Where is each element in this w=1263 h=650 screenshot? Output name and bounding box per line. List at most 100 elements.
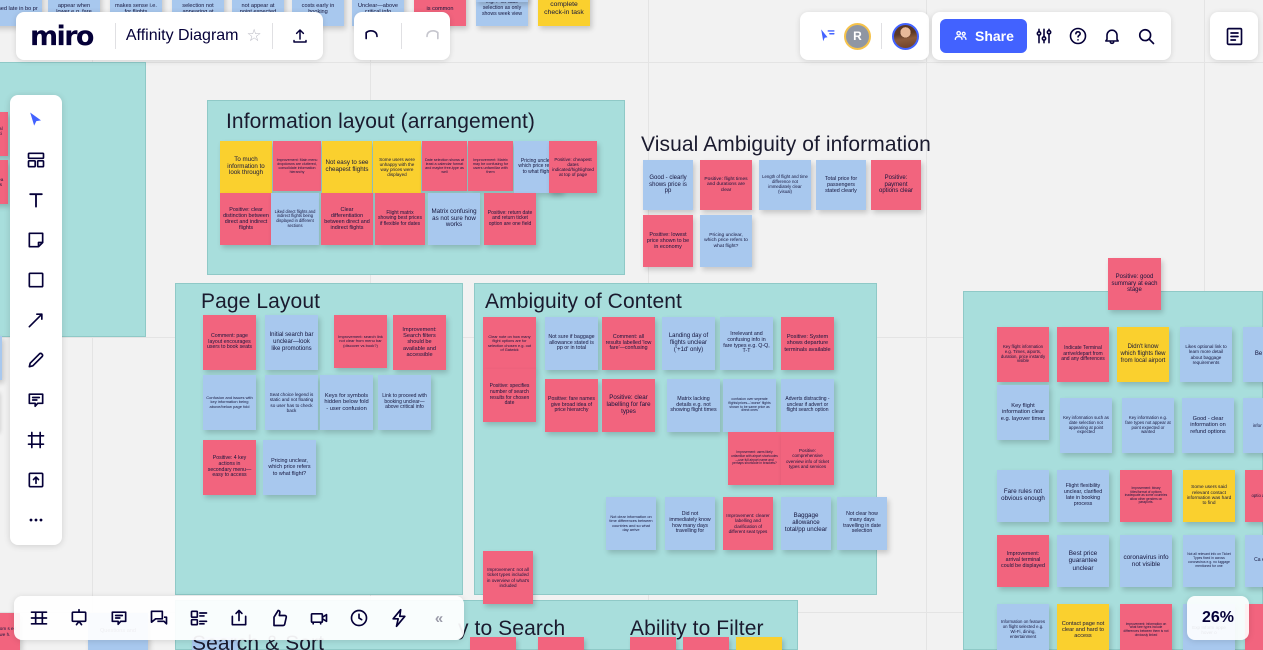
avatar-initial[interactable]: R <box>844 22 871 50</box>
sticky-note[interactable]: Improvement: arrival terminal could be d… <box>997 535 1049 587</box>
sticky-note[interactable]: Irrelevant and confusing info in fare ty… <box>720 317 773 370</box>
sticky-note[interactable]: Positive: flight times and durations are… <box>700 160 752 210</box>
sticky-note[interactable]: Improvement: Search filters should be av… <box>393 315 446 370</box>
sticky-note[interactable]: Did not immediately know how many days t… <box>665 497 715 550</box>
miro-logo[interactable]: miro <box>30 23 94 50</box>
table-icon[interactable] <box>20 601 58 635</box>
sticky-note[interactable]: Liked direct flights and indirect flight… <box>271 193 319 245</box>
sticky-note[interactable]: Improvement: clearer labelling and clari… <box>723 497 773 550</box>
sticky-note[interactable]: Clear differentiation between direct and… <box>321 193 373 245</box>
sticky-note[interactable]: Key information such as date selection n… <box>1060 398 1112 453</box>
select-cursor-icon[interactable] <box>17 103 55 137</box>
sticky-note[interactable]: Positive: fare names give broad idea of … <box>545 379 598 432</box>
sticky-note[interactable]: Matrix confusing as not sure how works <box>428 193 480 245</box>
zoom-level-badge[interactable]: 26% <box>1187 596 1249 640</box>
sticky-note[interactable]: Seat choice legend is static and not flo… <box>265 375 318 430</box>
sticky-note[interactable]: Positive: specifies number of search res… <box>483 369 536 422</box>
sticky-note[interactable]: Positive: payment options clear <box>871 160 921 210</box>
sticky-note[interactable]: Positive: System shows departure termina… <box>781 317 834 370</box>
presentation-icon[interactable] <box>60 601 98 635</box>
search-icon[interactable] <box>1129 19 1163 53</box>
notes-panel-button[interactable] <box>1210 12 1258 60</box>
collapse-toolbar-button[interactable]: « <box>420 601 458 635</box>
sticky-note[interactable]: Comment: all results labelled 'low fare'… <box>602 317 655 370</box>
sticky-note[interactable]: infor link bagg p <box>1243 398 1263 453</box>
upload-icon[interactable] <box>17 463 55 497</box>
sticky-note[interactable]: Some users were unhappy with the way pri… <box>373 141 421 193</box>
sticky-note[interactable]: Improvement: Main menu dropdowns are clu… <box>273 141 321 191</box>
sticky-note[interactable]: Positive: return date and return ticket … <box>484 193 536 245</box>
sticky-note[interactable]: Key information e.g. fare types not appe… <box>1122 398 1174 453</box>
sticky-note[interactable]: Improvement: Matrix may be confusing for… <box>468 141 513 191</box>
bell-icon[interactable] <box>1095 19 1129 53</box>
sticky-note[interactable]: Indicate Terminal arrive/depart from and… <box>1057 327 1109 382</box>
share-button[interactable]: Share <box>940 19 1027 53</box>
sticky-note[interactable]: Initial search bar unclear—look like pro… <box>265 315 318 370</box>
arrow-icon[interactable] <box>17 303 55 337</box>
sticky-note[interactable]: ent al in sti lou <box>0 112 8 156</box>
video-chat-icon[interactable] <box>300 601 338 635</box>
sticky-note[interactable]: Positive: good summary at each stage <box>1108 258 1161 310</box>
sticky-note[interactable]: Positive: clear labelling for fare types <box>602 379 655 432</box>
sticky-note[interactable]: Flight matrix showing best prices if fle… <box>375 193 425 245</box>
sticky-note[interactable]: Keys for symbols hidden below fold - use… <box>320 375 373 430</box>
sticky-note[interactable]: complete check-in task <box>538 0 590 26</box>
sticky-note[interactable]: Ca extr cos b p <box>1245 535 1263 587</box>
sticky-note[interactable]: Total price for passengers stated clearl… <box>816 160 866 210</box>
sticky-note[interactable]: Not clear information on time difference… <box>606 497 656 550</box>
sticky-note[interactable]: Not all relevant info on Ticket Types fi… <box>1183 535 1235 587</box>
sticky-note[interactable]: Improvement: complete check-in task <box>476 0 528 2</box>
sticky-note[interactable]: Improvement: information on what fare ty… <box>1120 604 1172 650</box>
sticky-note[interactable]: Information on features on flight select… <box>997 604 1049 650</box>
sticky-note[interactable]: Date selection shows at least a calendar… <box>422 141 467 191</box>
apps-icon[interactable] <box>380 601 418 635</box>
help-circle-icon[interactable] <box>1061 19 1095 53</box>
timer-icon[interactable] <box>340 601 378 635</box>
sticky-note[interactable]: Likes optional link to learn more detail… <box>1180 327 1232 382</box>
text-icon[interactable] <box>17 183 55 217</box>
sticky-note[interactable]: Length of flight and time difference not… <box>759 160 811 210</box>
sticky-note[interactable]: optio abou fro conce <box>1245 470 1263 522</box>
sticky-note[interactable]: Clear note on how many flight options ar… <box>483 317 536 370</box>
sticky-note[interactable]: Be Gu unc <box>1243 327 1263 382</box>
export-icon[interactable] <box>220 601 258 635</box>
sticky-note[interactable]: Good - clearly shows price is pp <box>643 160 693 210</box>
sticky-note[interactable]: Improvement: users likely unfamiliar wit… <box>728 432 781 485</box>
board-title[interactable]: Affinity Diagram <box>126 27 239 45</box>
sticky-note[interactable]: Not easy to see cheapest flights <box>322 141 372 193</box>
sticky-note[interactable]: Some users said relevant contact informa… <box>1183 470 1235 522</box>
frame-icon[interactable] <box>17 423 55 457</box>
sticky-note-icon[interactable] <box>17 223 55 257</box>
sticky-note[interactable]: Pricing unclear, which price refers to w… <box>263 440 316 495</box>
sticky-note[interactable]: confusion over seperate flights/prices—'… <box>723 379 776 432</box>
sticky-note[interactable]: Positive: 4 key actions in secondary men… <box>203 440 256 495</box>
upload-icon[interactable] <box>283 19 317 53</box>
sticky-note[interactable]: Improvement: not all ticket types includ… <box>483 551 533 604</box>
redo-icon[interactable] <box>415 19 449 53</box>
sticky-note[interactable]: Contact page not clear and hard to acces… <box>1057 604 1109 650</box>
sticky-note[interactable]: S <box>0 336 2 380</box>
sticky-note[interactable]: Improvement: binary titles/format of opt… <box>1120 470 1172 522</box>
sticky-note[interactable]: Didn't know which flights flew from loca… <box>1117 327 1169 382</box>
sticky-note[interactable]: Pricing unclear, which price refers to w… <box>700 215 752 267</box>
comment-icon[interactable] <box>17 383 55 417</box>
sticky-note[interactable]: Not clear how many days travelling in da… <box>837 497 887 550</box>
sticky-note[interactable]: To much information to look through <box>220 141 272 193</box>
board-canvas[interactable]: To much information to look through Impro… <box>0 0 1263 650</box>
comments-icon[interactable] <box>100 601 138 635</box>
sticky-note[interactable]: coronavirus info not visible <box>1120 535 1172 587</box>
star-outline-icon[interactable]: ☆ <box>247 26 262 46</box>
sticky-note[interactable]: Key flight information e.g. Times, aipor… <box>997 327 1049 382</box>
sticky-note[interactable]: Not sure if baggage allowance stated is … <box>545 317 598 370</box>
sticky-note[interactable]: e.g. > for date selection as only shows … <box>476 0 528 26</box>
avatar-photo[interactable] <box>892 22 919 50</box>
sticky-note[interactable]: Positive: comprehensive overview info of… <box>781 432 834 485</box>
sticky-note[interactable]: Adverts distracting - unclear if advert … <box>781 379 834 432</box>
sticky-note[interactable]: Positive: cheapest dates indicated/highl… <box>549 141 597 193</box>
shape-icon[interactable] <box>17 263 55 297</box>
more-tools-icon[interactable] <box>17 503 55 537</box>
sticky-note[interactable]: Good - clear information on refund optio… <box>1182 398 1234 453</box>
sticky-note[interactable]: Positive: clear distinction between dire… <box>220 193 272 245</box>
sticky-note[interactable]: Fare rules not obvious enough <box>997 470 1049 522</box>
cards-icon[interactable] <box>180 601 218 635</box>
